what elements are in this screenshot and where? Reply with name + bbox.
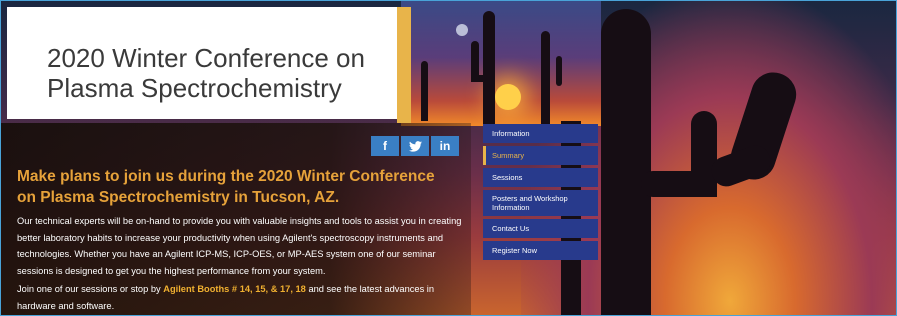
accent-stripe [397, 7, 411, 123]
side-navigation: Information Summary Sessions Posters and… [483, 124, 598, 263]
linkedin-icon[interactable]: in [431, 136, 459, 156]
body-paragraph-1: Our technical experts will be on-hand to… [17, 216, 462, 276]
body-paragraph-2: Join one of our sessions or stop by Agil… [17, 281, 462, 314]
nav-item-posters-workshop[interactable]: Posters and Workshop Information [483, 190, 598, 216]
title-box: 2020 Winter Conference on Plasma Spectro… [7, 7, 397, 119]
nav-item-register-now[interactable]: Register Now [483, 241, 598, 260]
page-title: 2020 Winter Conference on Plasma Spectro… [47, 43, 365, 103]
page-title-line2: Plasma Spectrochemistry [47, 73, 342, 103]
nav-item-sessions[interactable]: Sessions [483, 168, 598, 187]
moon-image [456, 24, 468, 36]
nav-item-information[interactable]: Information [483, 124, 598, 143]
twitter-icon[interactable] [401, 136, 429, 156]
nav-item-contact-us[interactable]: Contact Us [483, 219, 598, 238]
sun-image [495, 84, 521, 110]
conference-banner: 2020 Winter Conference on Plasma Spectro… [0, 0, 897, 316]
headline: Make plans to join us during the 2020 Wi… [17, 168, 435, 206]
nav-item-summary[interactable]: Summary [483, 146, 598, 165]
booth-numbers: Agilent Booths # 14, 15, & 17, 18 [163, 284, 306, 294]
page-title-line1: 2020 Winter Conference on [47, 43, 365, 73]
social-share-bar: f in [371, 136, 461, 156]
body-paragraph-2-prefix: Join one of our sessions or stop by [17, 284, 164, 294]
facebook-icon[interactable]: f [371, 136, 399, 156]
